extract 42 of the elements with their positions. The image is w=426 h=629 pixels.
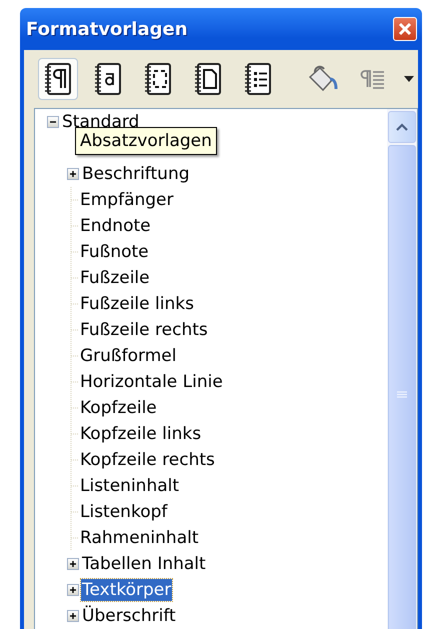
plus-icon <box>69 612 77 620</box>
style-item[interactable]: Kopfzeile links <box>79 423 202 445</box>
window-title: Formatvorlagen <box>26 18 188 40</box>
dropdown-arrow-icon <box>404 76 414 82</box>
page-icon <box>193 62 223 96</box>
scrollbar-thumb[interactable] <box>388 145 416 629</box>
plus-icon <box>69 560 77 568</box>
paragraph-list-icon <box>358 67 386 91</box>
tooltip: Absatzvorlagen <box>75 127 217 155</box>
plus-icon <box>69 170 77 178</box>
expand-icon[interactable] <box>67 558 79 570</box>
pilcrow-icon <box>43 62 73 96</box>
expand-icon[interactable] <box>67 610 79 622</box>
style-item[interactable]: Empfänger <box>79 189 175 211</box>
list-icon <box>243 62 273 96</box>
expand-icon[interactable] <box>67 584 79 596</box>
style-item[interactable]: Fußzeile rechts <box>79 319 209 341</box>
style-family-button[interactable] <box>38 58 78 100</box>
style-item[interactable]: Überschrift <box>81 605 177 627</box>
scroll-up-button[interactable] <box>388 111 416 143</box>
style-item[interactable]: Fußzeile <box>79 267 151 289</box>
style-item[interactable]: Listeninhalt <box>79 475 180 497</box>
style-item[interactable]: Textkörper <box>81 579 172 601</box>
style-item[interactable]: Kopfzeile <box>79 397 158 419</box>
style-item[interactable]: Horizontale Linie <box>79 371 224 393</box>
style-item[interactable]: Tabellen Inhalt <box>81 553 207 575</box>
style-item[interactable]: Beschriftung <box>81 163 191 185</box>
style-item[interactable]: Rahmeninhalt <box>79 527 200 549</box>
close-icon <box>398 22 412 36</box>
style-item[interactable]: Fußnote <box>79 241 150 263</box>
style-item[interactable]: Fußzeile links <box>79 293 195 315</box>
letter-icon <box>93 62 123 96</box>
style-item[interactable]: Grußformel <box>79 345 178 367</box>
collapse-icon[interactable] <box>47 116 59 128</box>
frame-icon <box>143 62 173 96</box>
style-item[interactable]: Kopfzeile rechts <box>79 449 216 471</box>
plus-icon <box>69 586 77 594</box>
style-item[interactable]: Listenkopf <box>79 501 168 523</box>
expand-icon[interactable] <box>67 168 79 180</box>
close-button[interactable] <box>393 17 417 41</box>
grip-icon <box>397 391 407 399</box>
style-item[interactable]: Endnote <box>79 215 152 237</box>
